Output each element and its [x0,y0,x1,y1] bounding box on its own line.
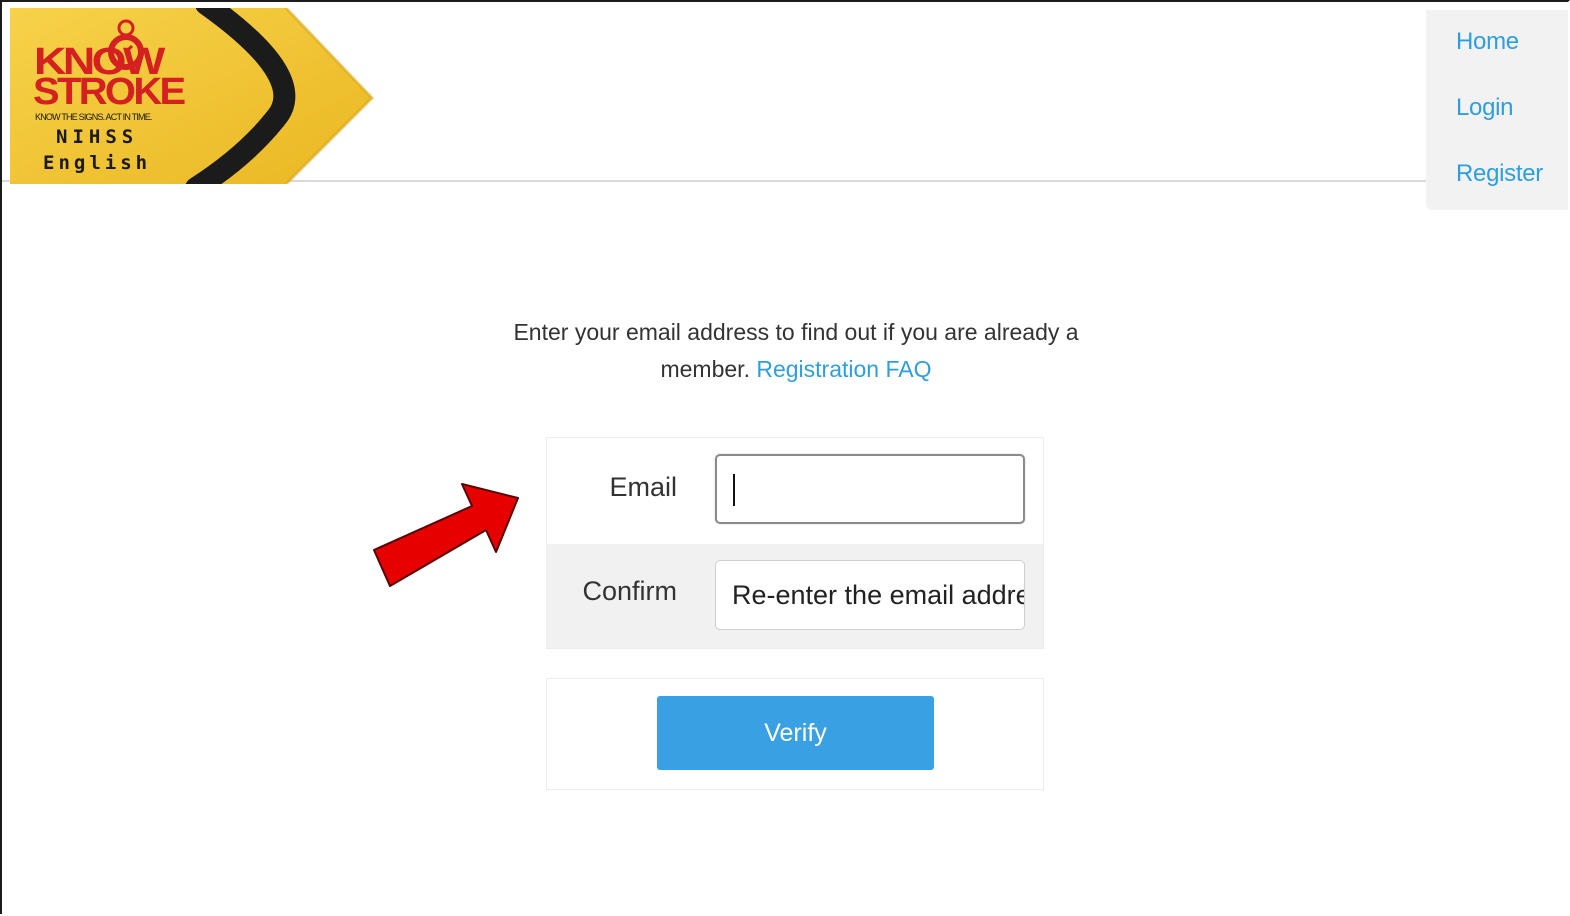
text-caret [733,474,735,506]
confirm-placeholder: Re-enter the email address [732,580,1024,610]
nav-home-link[interactable]: Home [1456,28,1519,56]
page-frame: KNOW STROKE KNOW THE SIGNS. ACT IN TIME.… [0,0,1570,914]
nav-login-link[interactable]: Login [1456,94,1514,122]
logo-tagline: KNOW THE SIGNS. ACT IN TIME. [35,112,152,122]
registration-faq-link[interactable]: Registration FAQ [756,356,931,382]
top-nav: Home Login Register [1426,10,1568,210]
red-arrow-icon [362,476,532,596]
intro-text: Enter your email address to find out if … [496,314,1096,388]
email-field[interactable] [715,454,1025,524]
confirm-label: Confirm [582,576,677,606]
confirm-row: Confirm Re-enter the email address [547,544,1043,648]
logo-word-stroke: STROKE [33,71,186,113]
logo-language: English [43,152,152,174]
nav-register-link[interactable]: Register [1456,160,1543,188]
verify-button[interactable]: Verify [657,696,934,770]
confirm-email-field[interactable]: Re-enter the email address [715,560,1025,630]
know-stroke-logo[interactable]: KNOW STROKE KNOW THE SIGNS. ACT IN TIME.… [10,8,386,184]
verify-panel: Verify [546,678,1044,790]
logo-product: NIHSS [56,126,139,148]
email-label: Email [609,472,677,502]
email-row: Email [547,438,1043,544]
email-form: Email Confirm Re-enter the email address [546,437,1044,649]
